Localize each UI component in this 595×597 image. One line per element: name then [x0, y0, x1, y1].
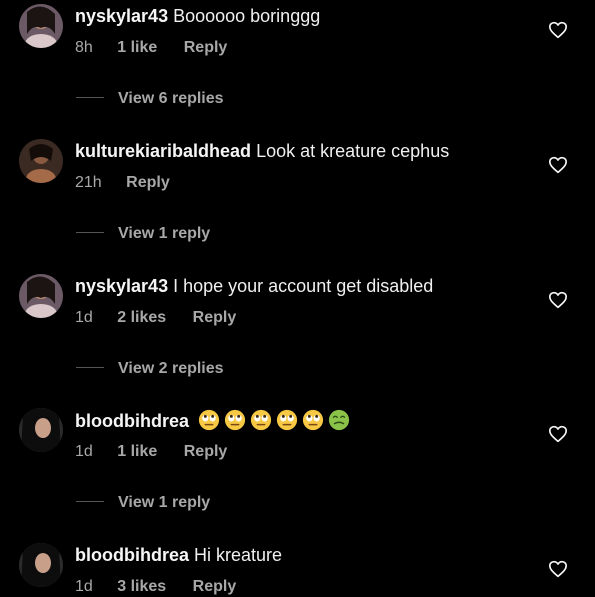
comment-item: bloodbihdrea 1d 1 like Reply View 1 repl… — [0, 406, 595, 540]
avatar[interactable] — [19, 274, 63, 318]
comment-body: bloodbihdrea Hi kreature — [75, 544, 282, 566]
username-link[interactable]: bloodbihdrea — [75, 545, 189, 565]
comment-time: 1d — [75, 578, 93, 595]
comment-meta: 1d 2 likes Reply — [75, 308, 236, 328]
eye-roll-emoji-icon — [198, 409, 220, 431]
avatar-photo-icon — [19, 274, 63, 318]
username-link[interactable]: kulturekiaribaldhead — [75, 141, 251, 161]
view-replies-label: View 1 reply — [118, 494, 211, 511]
replies-divider — [76, 97, 104, 99]
username-link[interactable]: bloodbihdrea — [75, 411, 189, 431]
likes-count[interactable]: 3 likes — [117, 577, 166, 597]
comment-body: kulturekiaribaldhead Look at kreature ce… — [75, 140, 449, 162]
view-replies-button[interactable]: View 1 reply — [76, 493, 210, 513]
comment-text: I hope your account get disabled — [173, 276, 434, 296]
view-replies-button[interactable]: View 6 replies — [76, 89, 224, 109]
reply-button[interactable]: Reply — [184, 38, 228, 58]
comment-time: 21h — [75, 174, 102, 191]
avatar[interactable] — [19, 4, 63, 48]
comment-item: nyskylar43 Boooooo boringgg 8h 1 like Re… — [0, 2, 595, 136]
avatar-photo-icon — [19, 408, 63, 452]
comment-meta: 21h Reply — [75, 173, 170, 193]
eye-roll-emoji-icon — [302, 409, 324, 431]
view-replies-button[interactable]: View 2 replies — [76, 359, 224, 379]
comment-meta: 8h 1 like Reply — [75, 38, 227, 58]
avatar-photo-icon — [19, 4, 63, 48]
likes-count[interactable]: 1 like — [117, 38, 157, 58]
comment-time: 8h — [75, 39, 93, 56]
replies-divider — [76, 501, 104, 503]
heart-outline-icon[interactable] — [548, 21, 568, 39]
heart-outline-icon[interactable] — [548, 560, 568, 578]
comment-text: Look at kreature cephus — [256, 141, 450, 161]
view-replies-label: View 6 replies — [118, 90, 224, 107]
comment-item: nyskylar43 I hope your account get disab… — [0, 272, 595, 406]
comment-text: Hi kreature — [194, 545, 283, 565]
username-link[interactable]: nyskylar43 — [75, 276, 168, 296]
heart-outline-icon[interactable] — [548, 156, 568, 174]
eye-roll-emoji-icon — [276, 409, 298, 431]
comment-text: Boooooo boringgg — [173, 6, 321, 26]
avatar[interactable] — [19, 139, 63, 183]
avatar[interactable] — [19, 543, 63, 587]
eye-roll-emoji-icon — [250, 409, 272, 431]
replies-divider — [76, 232, 104, 234]
comment-time: 1d — [75, 443, 93, 460]
comment-body: nyskylar43 Boooooo boringgg — [75, 5, 320, 27]
comment-body: bloodbihdrea — [75, 409, 350, 432]
likes-count[interactable]: 2 likes — [117, 308, 166, 328]
eye-roll-emoji-icon — [224, 409, 246, 431]
replies-divider — [76, 367, 104, 369]
likes-count[interactable]: 1 like — [117, 442, 157, 462]
view-replies-label: View 1 reply — [118, 225, 211, 242]
nauseated-face-emoji-icon — [328, 409, 350, 431]
comment-meta: 1d 1 like Reply — [75, 442, 227, 462]
comment-item: kulturekiaribaldhead Look at kreature ce… — [0, 137, 595, 271]
avatar-photo-icon — [19, 139, 63, 183]
comment-item: bloodbihdrea Hi kreature 1d 3 likes Repl… — [0, 541, 595, 595]
reply-button[interactable]: Reply — [126, 173, 170, 193]
avatar-photo-icon — [19, 543, 63, 587]
avatar[interactable] — [19, 408, 63, 452]
comment-body: nyskylar43 I hope your account get disab… — [75, 275, 433, 297]
view-replies-button[interactable]: View 1 reply — [76, 224, 210, 244]
reply-button[interactable]: Reply — [193, 308, 237, 328]
heart-outline-icon[interactable] — [548, 425, 568, 443]
heart-outline-icon[interactable] — [548, 291, 568, 309]
username-link[interactable]: nyskylar43 — [75, 6, 168, 26]
comment-time: 1d — [75, 309, 93, 326]
reply-button[interactable]: Reply — [184, 442, 228, 462]
comment-meta: 1d 3 likes Reply — [75, 577, 236, 597]
view-replies-label: View 2 replies — [118, 360, 224, 377]
reply-button[interactable]: Reply — [193, 577, 237, 597]
